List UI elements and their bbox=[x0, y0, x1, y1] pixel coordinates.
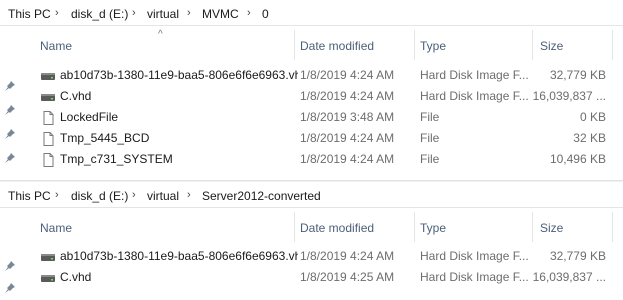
file-row[interactable]: C.vhd 1/8/2019 4:25 AM Hard Disk Image F… bbox=[0, 267, 623, 288]
file-row[interactable]: ab10d73b-1380-11e9-baa5-806e6f6e6963.vhd… bbox=[0, 65, 623, 86]
column-size[interactable]: Size bbox=[540, 39, 563, 53]
column-type[interactable]: Type bbox=[420, 39, 446, 53]
file-type: File bbox=[420, 152, 440, 166]
file-icon bbox=[43, 111, 54, 125]
file-type: File bbox=[420, 110, 440, 124]
column-name[interactable]: Name bbox=[40, 39, 72, 53]
file-date: 1/8/2019 4:24 AM bbox=[300, 249, 395, 263]
breadcrumb-disk-d[interactable]: disk_d (E:) bbox=[71, 189, 128, 203]
file-size: 16,039,837 ... bbox=[532, 270, 606, 284]
file-name: C.vhd bbox=[60, 89, 92, 103]
breadcrumb-server2012-converted[interactable]: Server2012-converted bbox=[202, 189, 321, 203]
file-date: 1/8/2019 4:24 AM bbox=[300, 68, 395, 82]
file-size: 32,779 KB bbox=[549, 249, 606, 263]
file-name: Tmp_5445_BCD bbox=[60, 131, 150, 145]
file-size: 32 KB bbox=[573, 131, 606, 145]
chevron-right-icon[interactable]: › bbox=[55, 189, 59, 201]
file-type: Hard Disk Image F... bbox=[420, 68, 529, 82]
breadcrumb-virtual[interactable]: virtual bbox=[147, 7, 179, 21]
column-name[interactable]: Name bbox=[40, 221, 72, 235]
column-divider[interactable] bbox=[532, 30, 533, 60]
file-type: Hard Disk Image F... bbox=[420, 89, 529, 103]
chevron-right-icon[interactable]: › bbox=[187, 7, 191, 19]
column-header: ^ Name Date modified Type Size bbox=[0, 29, 623, 62]
file-row[interactable]: C.vhd 1/8/2019 4:24 AM Hard Disk Image F… bbox=[0, 86, 623, 107]
file-size: 10,496 KB bbox=[549, 152, 606, 166]
file-row[interactable]: Tmp_5445_BCD 1/8/2019 4:24 AM File 32 KB bbox=[0, 128, 623, 149]
file-icon bbox=[43, 132, 54, 146]
file-row[interactable]: Tmp_c731_SYSTEM 1/8/2019 4:24 AM File 10… bbox=[0, 149, 623, 170]
file-date: 1/8/2019 4:24 AM bbox=[300, 131, 395, 145]
chevron-right-icon[interactable]: › bbox=[132, 189, 136, 201]
chevron-right-icon[interactable]: › bbox=[247, 7, 251, 19]
file-date: 1/8/2019 3:48 AM bbox=[300, 110, 395, 124]
file-size: 32,779 KB bbox=[549, 68, 606, 82]
chevron-right-icon[interactable]: › bbox=[55, 7, 59, 19]
file-name: Tmp_c731_SYSTEM bbox=[60, 152, 173, 166]
column-size[interactable]: Size bbox=[540, 221, 563, 235]
file-size: 0 KB bbox=[579, 110, 606, 124]
address-bar[interactable]: This PC › disk_d (E:) › virtual › Server… bbox=[0, 182, 623, 208]
chevron-right-icon[interactable]: › bbox=[132, 7, 136, 19]
column-divider[interactable] bbox=[612, 212, 613, 242]
file-name: LockedFile bbox=[60, 110, 119, 124]
vhd-disk-icon bbox=[41, 275, 55, 282]
file-name: ab10d73b-1380-11e9-baa5-806e6f6e6963.vhd bbox=[60, 249, 298, 263]
explorer-pane-mvmc: This PC › disk_d (E:) › virtual › MVMC ›… bbox=[0, 0, 623, 180]
file-row[interactable]: LockedFile 1/8/2019 3:48 AM File 0 KB bbox=[0, 107, 623, 128]
file-date: 1/8/2019 4:24 AM bbox=[300, 89, 395, 103]
sort-ascending-icon: ^ bbox=[158, 29, 163, 40]
column-divider[interactable] bbox=[294, 30, 295, 60]
explorer-pane-server2012: This PC › disk_d (E:) › virtual › Server… bbox=[0, 182, 623, 300]
column-date-modified[interactable]: Date modified bbox=[300, 39, 374, 53]
address-bar[interactable]: This PC › disk_d (E:) › virtual › MVMC ›… bbox=[0, 0, 623, 26]
file-name: ab10d73b-1380-11e9-baa5-806e6f6e6963.vhd bbox=[60, 68, 298, 82]
file-date: 1/8/2019 4:25 AM bbox=[300, 270, 395, 284]
column-divider[interactable] bbox=[414, 212, 415, 242]
column-header: Name Date modified Type Size bbox=[0, 212, 623, 244]
breadcrumb-0[interactable]: 0 bbox=[262, 7, 269, 21]
file-row[interactable]: ab10d73b-1380-11e9-baa5-806e6f6e6963.vhd… bbox=[0, 246, 623, 267]
file-size: 16,039,837 ... bbox=[532, 89, 606, 103]
column-date-modified[interactable]: Date modified bbox=[300, 221, 374, 235]
column-divider[interactable] bbox=[612, 30, 613, 60]
breadcrumb-mvmc[interactable]: MVMC bbox=[202, 7, 239, 21]
file-type: File bbox=[420, 131, 440, 145]
vhd-disk-icon bbox=[41, 254, 55, 261]
file-date: 1/8/2019 4:24 AM bbox=[300, 152, 395, 166]
column-divider[interactable] bbox=[414, 30, 415, 60]
file-name: C.vhd bbox=[60, 270, 92, 284]
file-type: Hard Disk Image F... bbox=[420, 249, 529, 263]
chevron-right-icon[interactable]: › bbox=[187, 189, 191, 201]
breadcrumb-virtual[interactable]: virtual bbox=[147, 189, 179, 203]
file-type: Hard Disk Image F... bbox=[420, 270, 529, 284]
file-icon bbox=[43, 153, 54, 167]
column-type[interactable]: Type bbox=[420, 221, 446, 235]
vhd-disk-icon bbox=[41, 94, 55, 101]
breadcrumb-this-pc[interactable]: This PC bbox=[8, 7, 51, 21]
breadcrumb-this-pc[interactable]: This PC bbox=[8, 189, 51, 203]
column-divider[interactable] bbox=[532, 212, 533, 242]
vhd-disk-icon bbox=[41, 73, 55, 80]
column-divider[interactable] bbox=[294, 212, 295, 242]
breadcrumb-disk-d[interactable]: disk_d (E:) bbox=[71, 7, 128, 21]
